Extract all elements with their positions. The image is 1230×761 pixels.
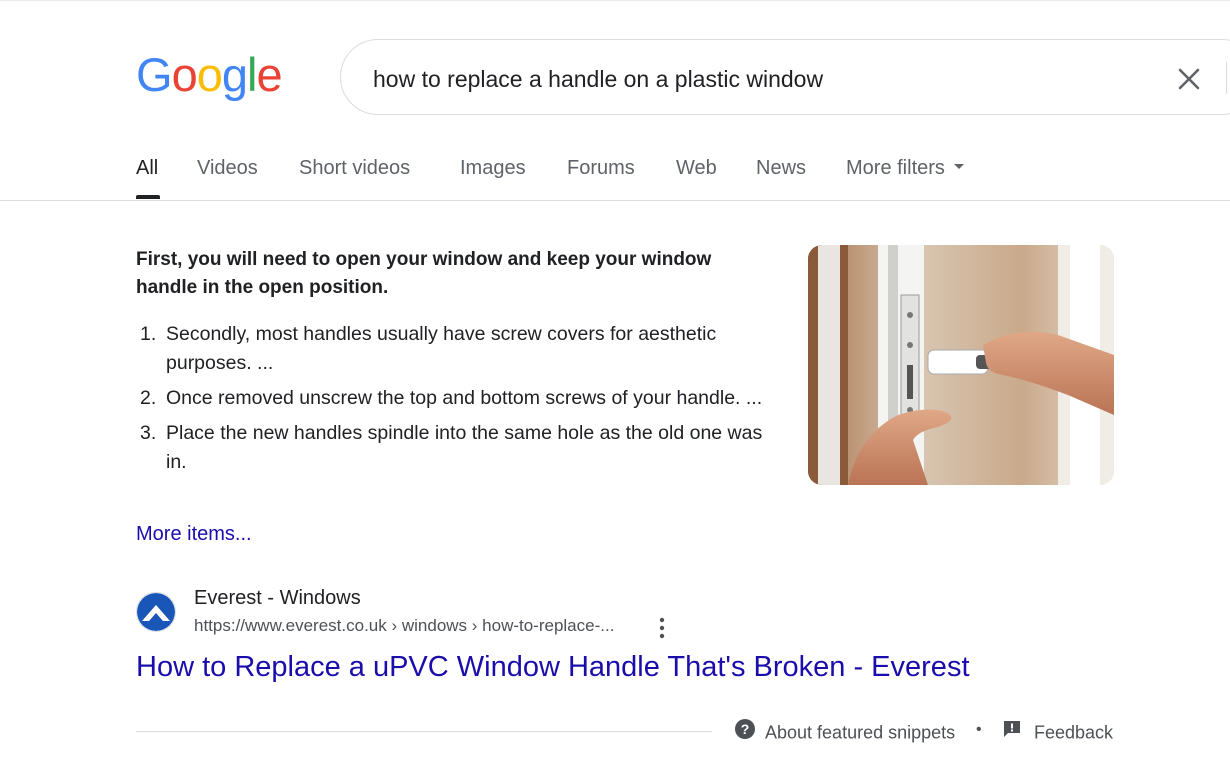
list-number: 3. [140, 422, 157, 444]
snippet-image[interactable] [808, 245, 1114, 485]
tab-more-filters[interactable]: More filters [846, 157, 964, 180]
search-divider [1226, 62, 1227, 94]
list-text: Secondly, most handles usually have scre… [166, 323, 717, 374]
list-number: 2. [140, 387, 157, 409]
close-icon[interactable] [1171, 61, 1207, 97]
more-items-link[interactable]: More items... [136, 523, 252, 546]
logo-letter: e [256, 48, 282, 101]
search-input[interactable] [371, 58, 1135, 100]
list-item: 1. Secondly, most handles usually have s… [136, 320, 786, 378]
snippet-list: 1. Secondly, most handles usually have s… [136, 320, 786, 483]
logo-letter: G [136, 48, 173, 101]
feedback-label: Feedback [1034, 722, 1114, 743]
everest-favicon[interactable] [136, 592, 176, 632]
logo-letter: o [196, 48, 223, 101]
logo-letter: o [171, 48, 198, 101]
google-logo[interactable]: Google [136, 48, 283, 101]
list-number: 1. [140, 323, 157, 345]
tab-short-videos[interactable]: Short videos [299, 157, 410, 180]
logo-letter: g [221, 48, 248, 101]
list-text: Once removed unscrew the top and bottom … [166, 387, 763, 409]
more-options-icon[interactable] [652, 616, 672, 640]
tab-images[interactable]: Images [460, 157, 526, 180]
list-item: 2. Once removed unscrew the top and bott… [136, 384, 786, 413]
snippet-heading: First, you will need to open your window… [136, 249, 712, 298]
help-icon: ? [735, 719, 755, 744]
caret-down-icon [953, 164, 964, 170]
top-border [0, 0, 1230, 1]
footer-divider [136, 731, 712, 732]
about-label: About featured snippets [765, 722, 956, 743]
active-tab-indicator [136, 195, 160, 199]
result-title-link[interactable]: How to Replace a uPVC Window Handle That… [136, 651, 970, 684]
more-filters-label: More filters [846, 157, 945, 179]
tab-web[interactable]: Web [676, 157, 717, 180]
tabs-divider [0, 200, 1230, 201]
logo-letter: l [246, 48, 258, 101]
search-bar[interactable] [340, 39, 1230, 115]
list-item: 3. Place the new handles spindle into th… [136, 419, 786, 477]
tab-forums[interactable]: Forums [567, 157, 635, 180]
list-text: Place the new handles spindle into the s… [166, 422, 763, 473]
footer-separator: • [976, 721, 982, 738]
tab-news[interactable]: News [756, 157, 806, 180]
feedback-icon [1002, 719, 1022, 744]
tab-all[interactable]: All [136, 157, 158, 180]
result-site-name[interactable]: Everest - Windows [194, 587, 361, 610]
tab-videos[interactable]: Videos [197, 157, 258, 180]
feedback-link[interactable]: Feedback [1002, 721, 1113, 746]
svg-text:?: ? [741, 721, 750, 737]
result-url[interactable]: https://www.everest.co.uk › windows › ho… [194, 616, 614, 636]
about-featured-snippets-link[interactable]: ? About featured snippets [735, 719, 956, 746]
